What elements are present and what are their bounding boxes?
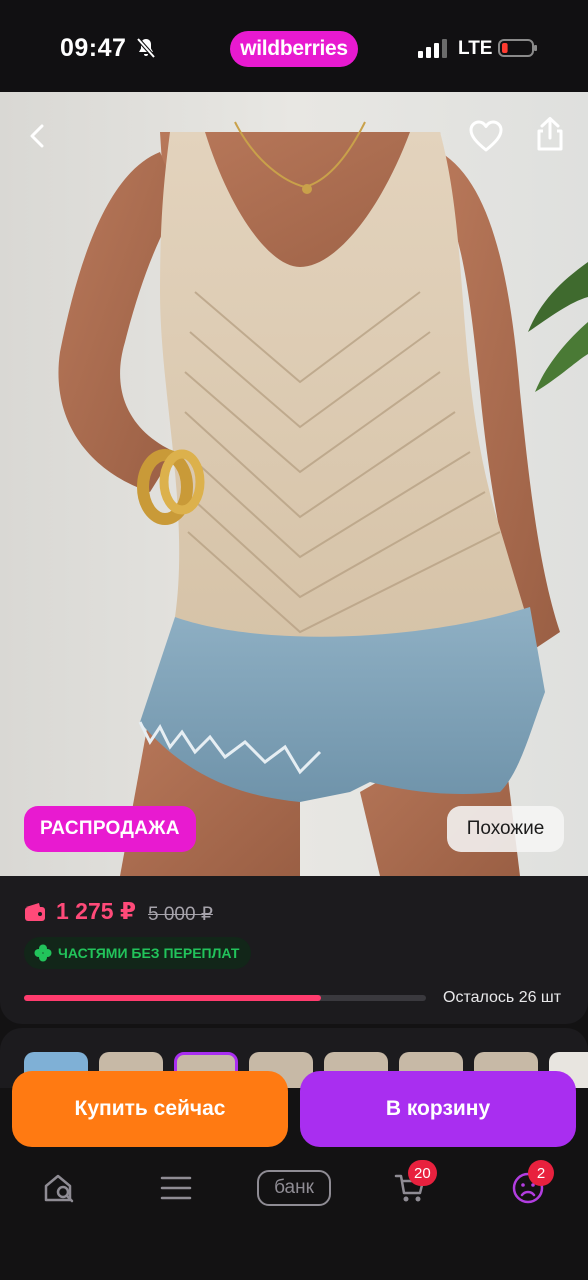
wallet-icon: [25, 903, 45, 921]
share-button[interactable]: [528, 112, 572, 156]
nav-cart[interactable]: 20: [380, 1160, 440, 1216]
sale-badge: РАСПРОДАЖА: [24, 806, 196, 852]
product-photo: [0, 92, 588, 876]
clover-icon: [34, 944, 52, 962]
installment-label: ЧАСТЯМИ БЕЗ ПЕРЕПЛАТ: [58, 945, 240, 961]
heart-icon: [469, 120, 503, 152]
battery-icon: [498, 39, 537, 57]
stock-progress-fill: [24, 995, 322, 1001]
cart-badge: 20: [408, 1160, 437, 1186]
product-image[interactable]: РАСПРОДАЖА Похожие: [0, 92, 588, 876]
price-card: 1 275 ₽ 5 000 ₽ ЧАСТЯМИ БЕЗ ПЕРЕПЛАТ Ост…: [0, 876, 588, 1024]
add-to-cart-button[interactable]: В корзину: [300, 1071, 576, 1147]
similar-button[interactable]: Похожие: [447, 806, 564, 852]
signal-icon: [418, 39, 447, 58]
old-price: 5 000 ₽: [148, 904, 213, 925]
home-search-icon: [44, 1174, 74, 1203]
installment-badge[interactable]: ЧАСТЯМИ БЕЗ ПЕРЕПЛАТ: [24, 937, 252, 969]
nav-bank[interactable]: банк: [254, 1160, 334, 1216]
buy-now-button[interactable]: Купить сейчас: [12, 1071, 288, 1147]
brand-logo: wildberries: [230, 31, 358, 67]
bell-muted-icon: [136, 37, 156, 59]
back-button[interactable]: [16, 114, 60, 158]
share-icon: [537, 117, 563, 151]
bank-icon: банк: [257, 1170, 331, 1206]
favorite-button[interactable]: [464, 114, 508, 158]
nav-profile[interactable]: 2: [498, 1160, 558, 1216]
stock-remaining: Осталось 26 шт: [443, 989, 562, 1006]
menu-icon: [160, 1176, 192, 1200]
current-price: 1 275 ₽: [56, 898, 136, 924]
nav-catalog[interactable]: [146, 1160, 206, 1216]
bank-label: банк: [274, 1177, 314, 1198]
network-type: LTE: [458, 38, 493, 59]
status-time: 09:47: [60, 34, 127, 62]
nav-home[interactable]: [29, 1160, 89, 1216]
status-bar: 09:47 wildberries LTE: [0, 0, 588, 92]
profile-badge: 2: [528, 1160, 554, 1186]
stock-progress-bar: [24, 995, 426, 1001]
chevron-left-icon: [30, 124, 44, 148]
